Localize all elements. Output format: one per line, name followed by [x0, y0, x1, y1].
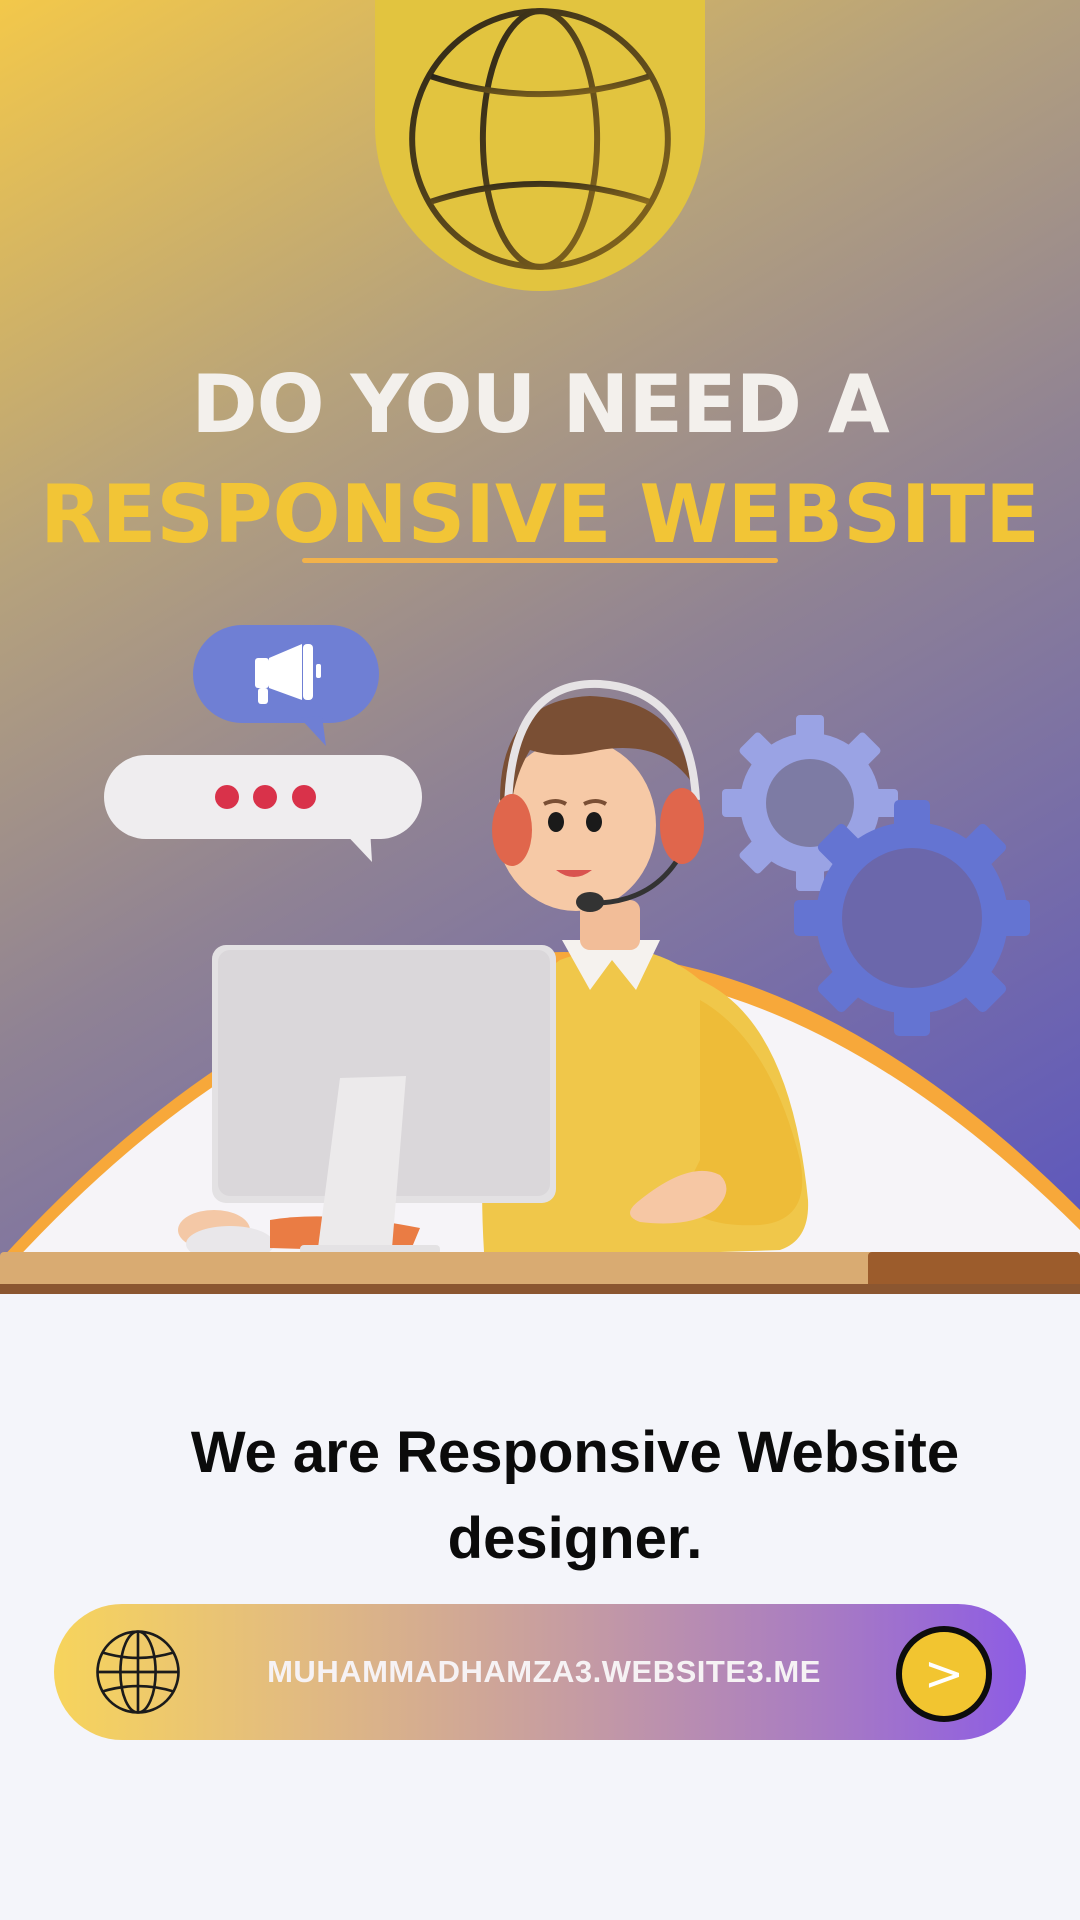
globe-badge — [375, 0, 705, 291]
globe-icon — [409, 7, 671, 270]
globe-icon — [96, 1630, 180, 1714]
megaphone-bubble-icon — [193, 625, 379, 746]
desk — [0, 1252, 1080, 1294]
tagline: We are Responsive Website designer. — [190, 1420, 960, 1571]
headline-underline — [302, 558, 778, 563]
url-bar[interactable]: MUHAMMADHAMZA3.WEBSITE3.ME > — [54, 1604, 1026, 1740]
typing-bubble-icon — [104, 755, 422, 862]
website-url-link[interactable]: MUHAMMADHAMZA3.WEBSITE3.ME — [204, 1604, 884, 1740]
support-agent-illustration — [0, 625, 1080, 1294]
gears-icon — [722, 715, 1030, 1036]
headline-line-1: DO YOU NEED A — [191, 358, 890, 451]
hero-section: DO YOU NEED A RESPONSIVE WEBSITE — [0, 0, 1080, 1294]
headline-line-2: RESPONSIVE WEBSITE — [40, 468, 1040, 561]
go-arrow-button[interactable]: > — [896, 1626, 992, 1722]
